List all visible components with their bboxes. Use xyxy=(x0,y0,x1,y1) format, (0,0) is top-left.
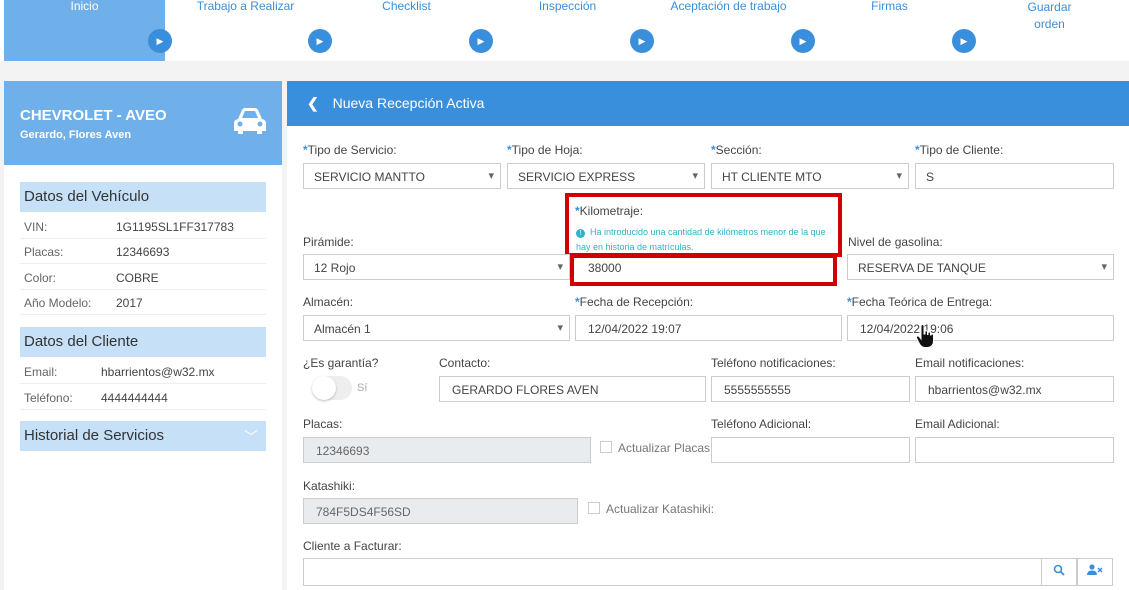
field-label: Teléfono: xyxy=(24,391,73,405)
service-history-title: Historial de Servicios xyxy=(24,427,165,444)
step-aceptacion[interactable]: Aceptación de trabajo ▶ xyxy=(648,0,815,61)
step-label: Checklist xyxy=(382,0,431,13)
tipo-servicio-select[interactable]: SERVICIO MANTTO xyxy=(303,163,501,189)
kilometraje-warning: ! Ha introducido una cantidad de kilómetr… xyxy=(576,225,838,255)
garantia-toggle[interactable] xyxy=(312,376,352,400)
tipo-hoja-label: *Tipo de Hoja: xyxy=(507,143,583,157)
field-label: Placas: xyxy=(24,245,64,259)
field-value: 2017 xyxy=(116,296,143,310)
service-history-toggle[interactable]: Historial de Servicios ﹀ xyxy=(20,421,266,451)
step-label: Inicio xyxy=(70,0,99,13)
tel-notif-label: Teléfono notificaciones: xyxy=(711,356,836,370)
actualizar-placas-label: Actualizar Placas: xyxy=(618,441,714,455)
field-label: Año Modelo: xyxy=(24,296,92,310)
field-value: 12346693 xyxy=(116,245,170,259)
vehicle-owner: Gerardo, Flores Aven xyxy=(20,129,132,141)
email-notif-label: Email notificaciones: xyxy=(915,356,1025,370)
vehicle-color-row: Color: COBRE xyxy=(20,265,266,290)
step-inicio[interactable]: Inicio ▶ xyxy=(4,0,172,61)
info-icon: ! xyxy=(576,229,585,238)
seccion-select[interactable]: HT CLIENTE MTO xyxy=(711,163,909,189)
vehicle-sidebar: CHEVROLET - AVEO Gerardo, Flores Aven Da… xyxy=(4,81,282,590)
actualizar-placas-checkbox[interactable] xyxy=(600,441,612,453)
tipo-hoja-select[interactable]: SERVICIO EXPRESS xyxy=(507,163,705,189)
step-firmas[interactable]: Firmas ▶ xyxy=(809,0,976,61)
contacto-label: Contacto: xyxy=(439,356,491,370)
field-label: VIN: xyxy=(24,220,48,234)
field-value: 1G1195SL1FF317783 xyxy=(116,220,234,234)
step-inspeccion[interactable]: Inspección ▶ xyxy=(487,0,654,61)
hand-cursor-icon xyxy=(915,324,934,348)
step-label: Inspección xyxy=(538,0,597,13)
kilometraje-input[interactable]: 38000 xyxy=(576,258,831,280)
field-value: 4444444444 xyxy=(101,391,168,405)
kilometraje-warning-text: Ha introducido una cantidad de kilómetro… xyxy=(576,227,826,252)
almacen-select[interactable]: Almacén 1 xyxy=(303,315,570,341)
tel-adicional-input[interactable] xyxy=(711,437,910,463)
field-label: Color: xyxy=(24,271,57,285)
garantia-label: ¿Es garantía? xyxy=(303,356,379,370)
vehicle-data-title: Datos del Vehículo xyxy=(20,182,266,212)
step-label: Firmas xyxy=(871,0,908,13)
search-client-button[interactable] xyxy=(1041,558,1077,586)
katashiki-label: Katashiki: xyxy=(303,479,356,493)
email-adicional-input[interactable] xyxy=(915,437,1114,463)
tipo-servicio-label: *Tipo de Servicio: xyxy=(303,143,397,157)
cliente-facturar-input[interactable] xyxy=(303,558,1042,586)
kilometraje-label: *Kilometraje: xyxy=(575,204,644,218)
piramide-select[interactable]: 12 Rojo xyxy=(303,254,570,280)
step-label: Guardar orden xyxy=(1027,0,1072,31)
client-phone-row: Teléfono: 4444444444 xyxy=(20,385,266,410)
field-value: hbarrientos@w32.mx xyxy=(101,365,215,379)
user-times-icon xyxy=(1087,564,1103,575)
step-guardar[interactable]: Guardar orden xyxy=(970,0,1129,61)
fecha-entrega-input[interactable]: 12/04/2022 19:06 xyxy=(847,315,1114,341)
almacen-label: Almacén: xyxy=(303,295,354,309)
email-adicional-label: Email Adicional: xyxy=(915,417,1000,431)
tipo-cliente-label: *Tipo de Cliente: xyxy=(915,143,1004,157)
seccion-label: *Sección: xyxy=(711,143,762,157)
step-label: Trabajo a Realizar xyxy=(196,0,295,13)
email-notif-input[interactable]: hbarrientos@w32.mx xyxy=(915,376,1114,402)
tipo-cliente-input[interactable]: S xyxy=(915,163,1114,189)
client-email-row: Email: hbarrientos@w32.mx xyxy=(20,359,266,384)
back-chevron-icon[interactable]: ❮ xyxy=(307,95,319,111)
fecha-recepcion-label: *Fecha de Recepción: xyxy=(575,295,694,309)
vehicle-header: CHEVROLET - AVEO Gerardo, Flores Aven xyxy=(4,81,282,165)
toggle-knob xyxy=(312,376,336,400)
search-icon xyxy=(1053,564,1065,576)
fecha-recepcion-input[interactable]: 12/04/2022 19:07 xyxy=(575,315,842,341)
field-value: COBRE xyxy=(116,271,159,285)
vehicle-year-row: Año Modelo: 2017 xyxy=(20,290,266,315)
form-header: ❮ Nueva Recepción Activa xyxy=(287,81,1129,126)
vehicle-placas-row: Placas: 12346693 xyxy=(20,239,266,264)
step-trabajo[interactable]: Trabajo a Realizar ▶ xyxy=(165,0,332,61)
step-checklist[interactable]: Checklist ▶ xyxy=(326,0,493,61)
garantia-toggle-label: Sí xyxy=(357,382,368,394)
vehicle-title: CHEVROLET - AVEO xyxy=(20,107,167,124)
piramide-label: Pirámide: xyxy=(303,235,354,249)
fecha-entrega-label: *Fecha Teórica de Entrega: xyxy=(847,295,993,309)
actualizar-katashiki-checkbox[interactable] xyxy=(588,502,600,514)
form-title: Nueva Recepción Activa xyxy=(332,95,485,111)
chevron-down-icon: ﹀ xyxy=(244,429,258,445)
field-label: Email: xyxy=(24,365,58,379)
contacto-input[interactable]: GERARDO FLORES AVEN xyxy=(439,376,706,402)
gasolina-select[interactable]: RESERVA DE TANQUE xyxy=(847,254,1114,280)
katashiki-input: 784F5DS4F56SD xyxy=(303,498,578,524)
cliente-facturar-label: Cliente a Facturar: xyxy=(303,539,402,553)
gasolina-label: Nivel de gasolina: xyxy=(848,235,943,249)
placas-label: Placas: xyxy=(303,417,343,431)
client-data-title: Datos del Cliente xyxy=(20,327,266,357)
tel-adicional-label: Teléfono Adicional: xyxy=(711,417,812,431)
car-icon xyxy=(234,108,266,134)
remove-client-button[interactable] xyxy=(1077,558,1113,586)
vehicle-vin-row: VIN: 1G1195SL1FF317783 xyxy=(20,214,266,239)
tel-notif-input[interactable]: 5555555555 xyxy=(711,376,910,402)
step-label: Aceptación de trabajo xyxy=(670,0,787,13)
stepper: Inicio ▶ Trabajo a Realizar ▶ Checklist … xyxy=(0,0,1129,61)
placas-input: 12346693 xyxy=(303,437,591,463)
actualizar-katashiki-label: Actualizar Katashiki: xyxy=(606,502,715,516)
